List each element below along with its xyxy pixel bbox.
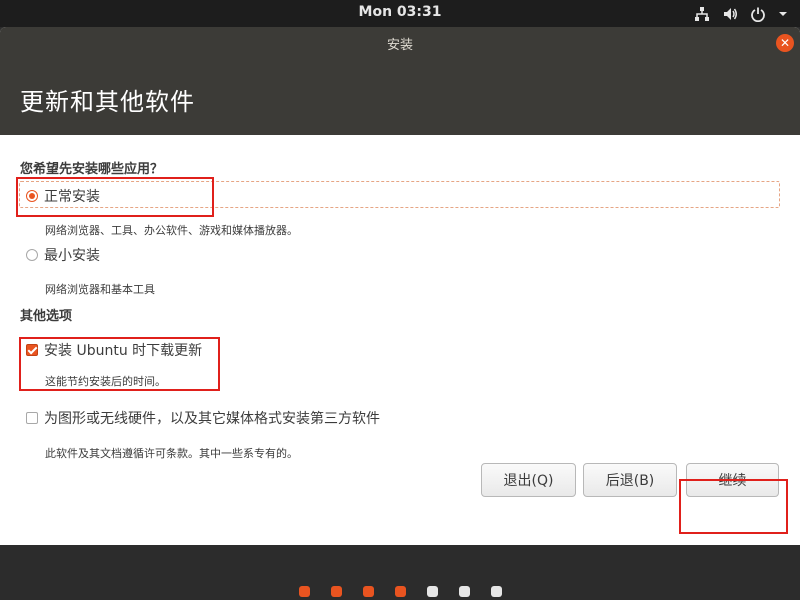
system-tray[interactable] — [694, 3, 788, 24]
close-button[interactable]: ✕ — [776, 34, 794, 52]
installer-window: 安装 ✕ 更新和其他软件 您希望先安装哪些应用？ 正常安装 网络浏览器、工具、办… — [0, 27, 800, 545]
window-title: 安装 — [386, 38, 413, 53]
minimal-install-desc: 网络浏览器和基本工具 — [45, 283, 155, 296]
top-panel: Mon 03:31 — [0, 0, 800, 27]
minimal-install-radio[interactable]: 最小安装 — [26, 245, 100, 265]
progress-step-dot — [426, 586, 438, 597]
network-icon[interactable] — [694, 6, 710, 22]
progress-step-dot — [394, 586, 406, 597]
third-party-desc: 此软件及其文档遵循许可条款。其中一些系专有的。 — [45, 447, 298, 460]
minimal-install-label: 最小安装 — [44, 248, 100, 264]
annotation-box-download-updates — [19, 337, 220, 391]
page-title: 更新和其他软件 — [20, 88, 195, 116]
third-party-label: 为图形或无线硬件，以及其它媒体格式安装第三方软件 — [44, 411, 380, 427]
question-label: 您希望先安装哪些应用？ — [20, 162, 164, 177]
radio-unselected-icon[interactable] — [26, 249, 38, 261]
close-icon: ✕ — [779, 36, 791, 50]
title-bar[interactable]: 安装 ✕ — [0, 27, 800, 58]
page-header: 更新和其他软件 — [0, 58, 800, 135]
chevron-down-icon[interactable] — [778, 9, 788, 19]
volume-icon[interactable] — [722, 6, 738, 22]
clock[interactable]: Mon 03:31 — [0, 4, 800, 20]
annotation-box-normal-install — [16, 177, 214, 217]
progress-step-dot — [330, 586, 342, 597]
third-party-checkbox[interactable]: 为图形或无线硬件，以及其它媒体格式安装第三方软件 — [26, 408, 380, 428]
power-icon[interactable] — [750, 6, 766, 22]
other-options-label: 其他选项 — [20, 309, 73, 324]
annotation-box-continue — [679, 479, 788, 534]
checkbox-unchecked-icon[interactable] — [26, 412, 38, 424]
progress-step-dot — [458, 586, 470, 597]
progress-step-dot — [298, 586, 310, 597]
progress-step-dot — [362, 586, 374, 597]
normal-install-desc: 网络浏览器、工具、办公软件、游戏和媒体播放器。 — [45, 224, 298, 237]
progress-steps — [0, 583, 800, 600]
quit-button[interactable]: 退出(Q) — [481, 463, 576, 497]
progress-step-dot — [490, 586, 502, 597]
back-button[interactable]: 后退(B) — [583, 463, 677, 497]
